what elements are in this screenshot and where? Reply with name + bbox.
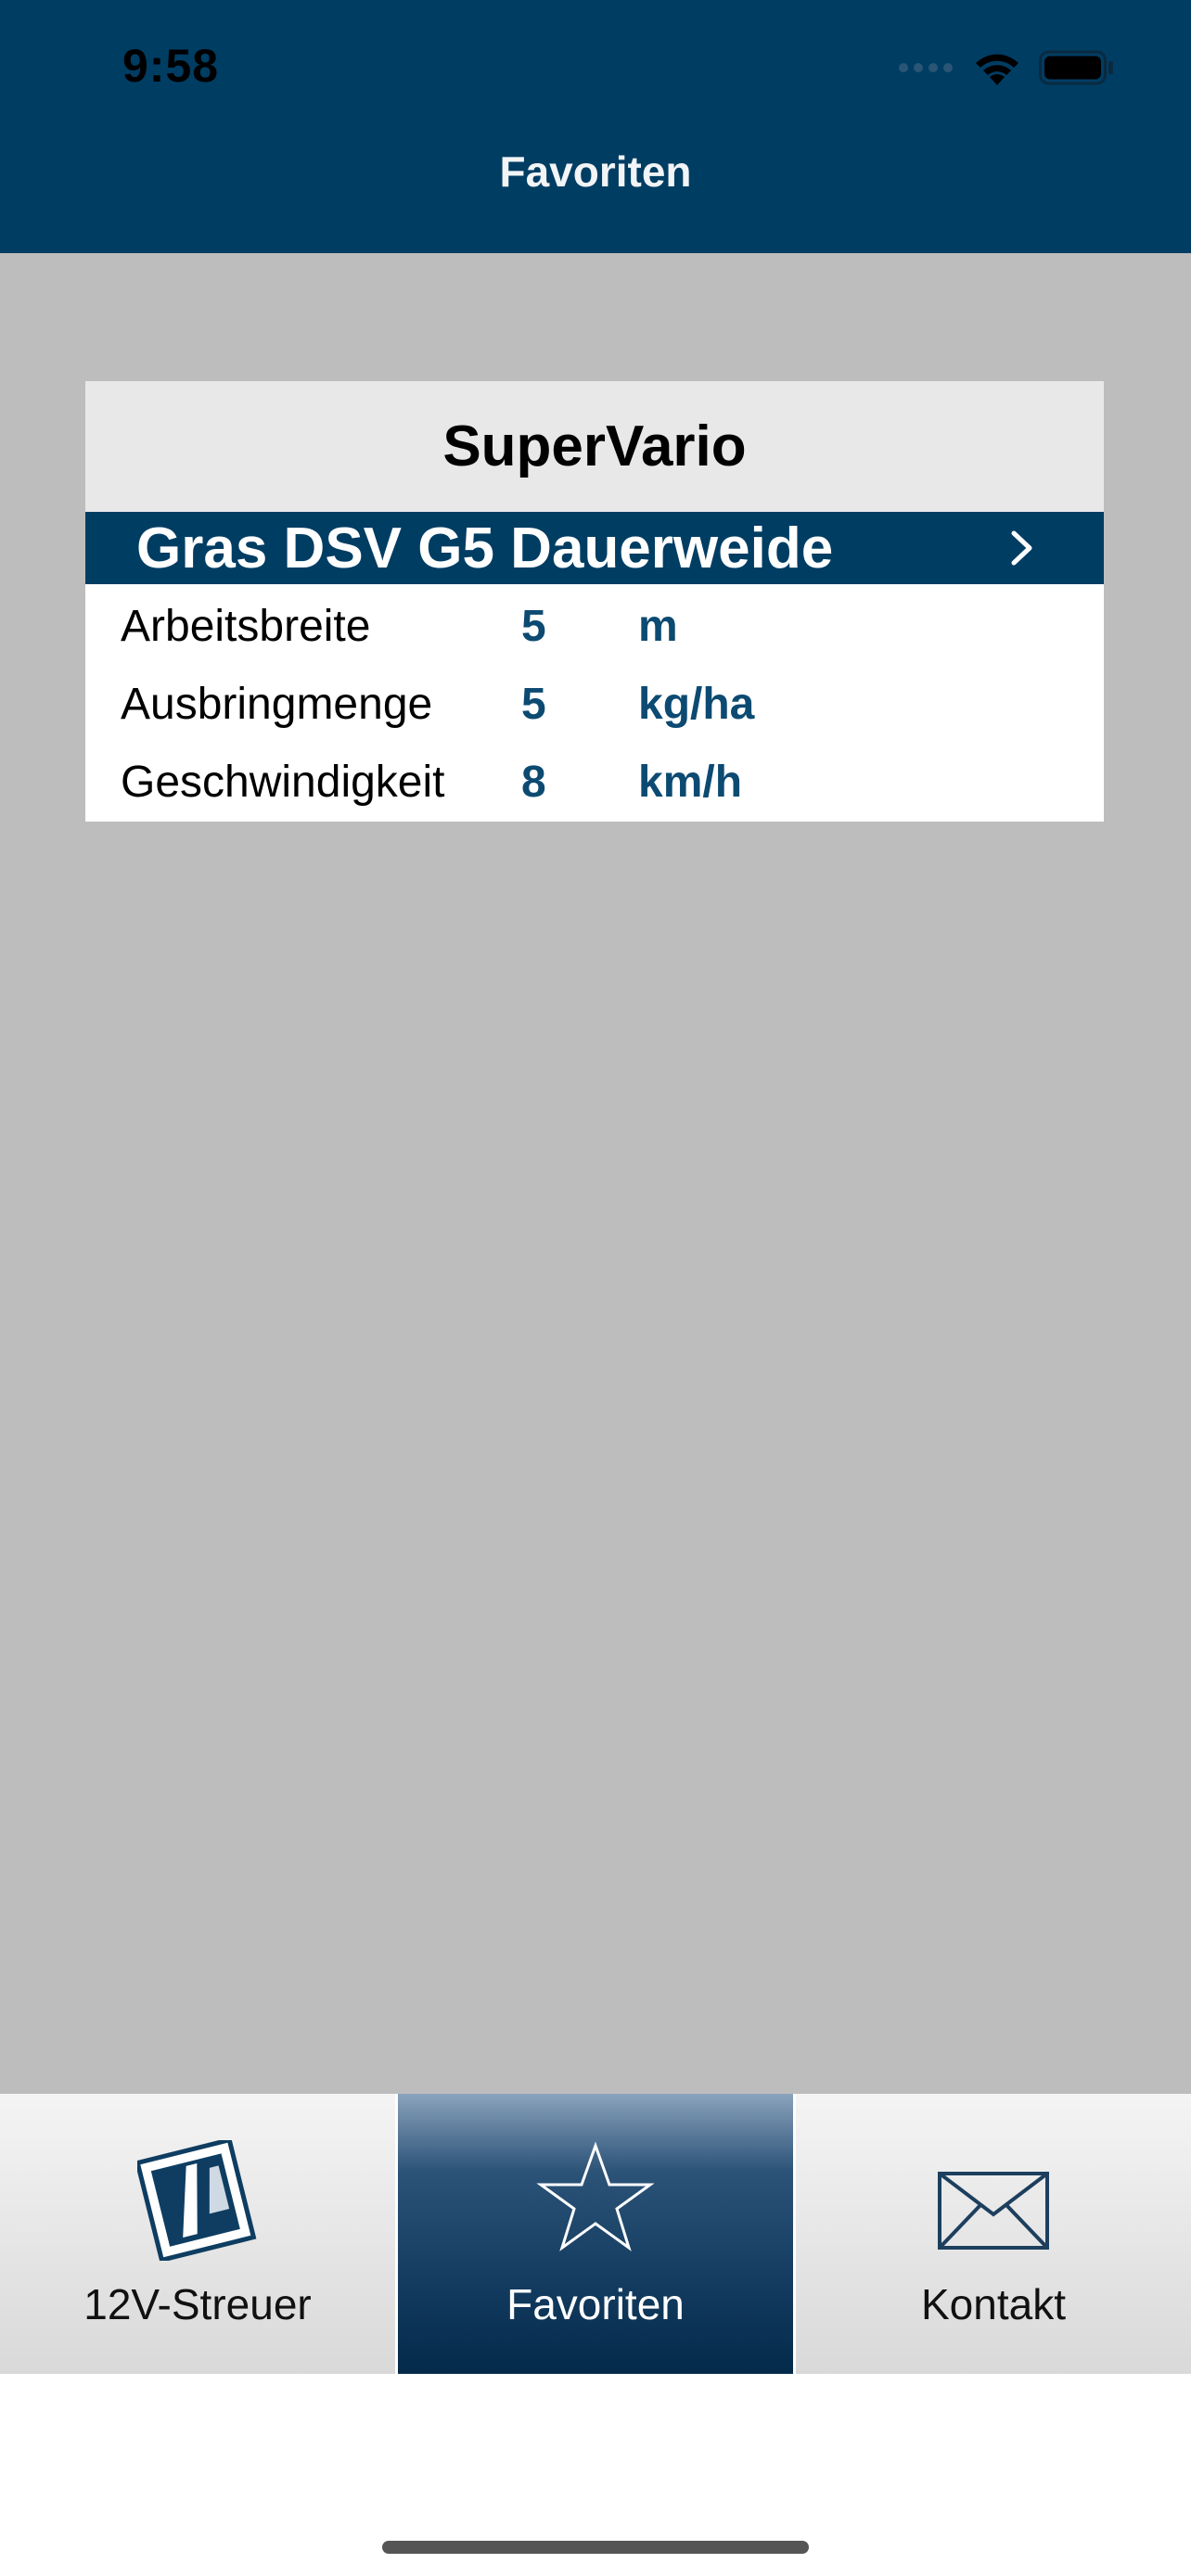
param-unit: km/h xyxy=(638,758,743,807)
param-row-ausbringmenge: Ausbringmenge 5 kg/ha xyxy=(85,668,1104,746)
param-value: 5 xyxy=(521,680,546,729)
page-title: Favoriten xyxy=(499,147,692,196)
param-value: 8 xyxy=(521,758,546,807)
param-label: Geschwindigkeit xyxy=(121,758,445,807)
tab-favoriten[interactable]: Favoriten xyxy=(398,2094,796,2374)
param-value: 5 xyxy=(521,602,546,651)
tab-label: 12V-Streuer xyxy=(83,2280,312,2328)
seed-name: Gras DSV G5 Dauerweide xyxy=(136,516,834,580)
param-unit: m xyxy=(638,602,678,651)
param-unit: kg/ha xyxy=(638,680,755,729)
favorite-card: SuperVario Gras DSV G5 Dauerweide Arbeit… xyxy=(85,381,1104,822)
battery-icon xyxy=(1039,50,1113,85)
favorite-seed-row[interactable]: Gras DSV G5 Dauerweide xyxy=(85,512,1104,584)
mail-icon xyxy=(938,2172,1049,2250)
device-name: SuperVario xyxy=(85,381,1104,512)
tab-label: Kontakt xyxy=(921,2280,1066,2328)
navigation-bar: 9:58 Favoriten xyxy=(0,0,1191,253)
chevron-right-icon xyxy=(1011,530,1032,566)
param-row-geschwindigkeit: Geschwindigkeit 8 km/h xyxy=(85,746,1104,823)
status-time: 9:58 xyxy=(122,40,220,92)
status-icons xyxy=(898,45,1115,91)
param-label: Ausbringmenge xyxy=(121,680,433,729)
tab-label: Favoriten xyxy=(506,2280,685,2328)
tab-bar: 12V-Streuer Favoriten Kontakt xyxy=(0,2094,1191,2374)
param-row-arbeitsbreite: Arbeitsbreite 5 m xyxy=(85,590,1104,668)
star-icon xyxy=(536,2141,655,2251)
tab-kontakt[interactable]: Kontakt xyxy=(796,2094,1191,2374)
wifi-icon xyxy=(976,54,1018,85)
spreader-icon xyxy=(137,2140,257,2261)
signal-icon xyxy=(899,63,953,72)
tab-12v-streuer[interactable]: 12V-Streuer xyxy=(0,2094,398,2374)
param-label: Arbeitsbreite xyxy=(121,602,371,651)
home-indicator[interactable] xyxy=(382,2541,809,2554)
